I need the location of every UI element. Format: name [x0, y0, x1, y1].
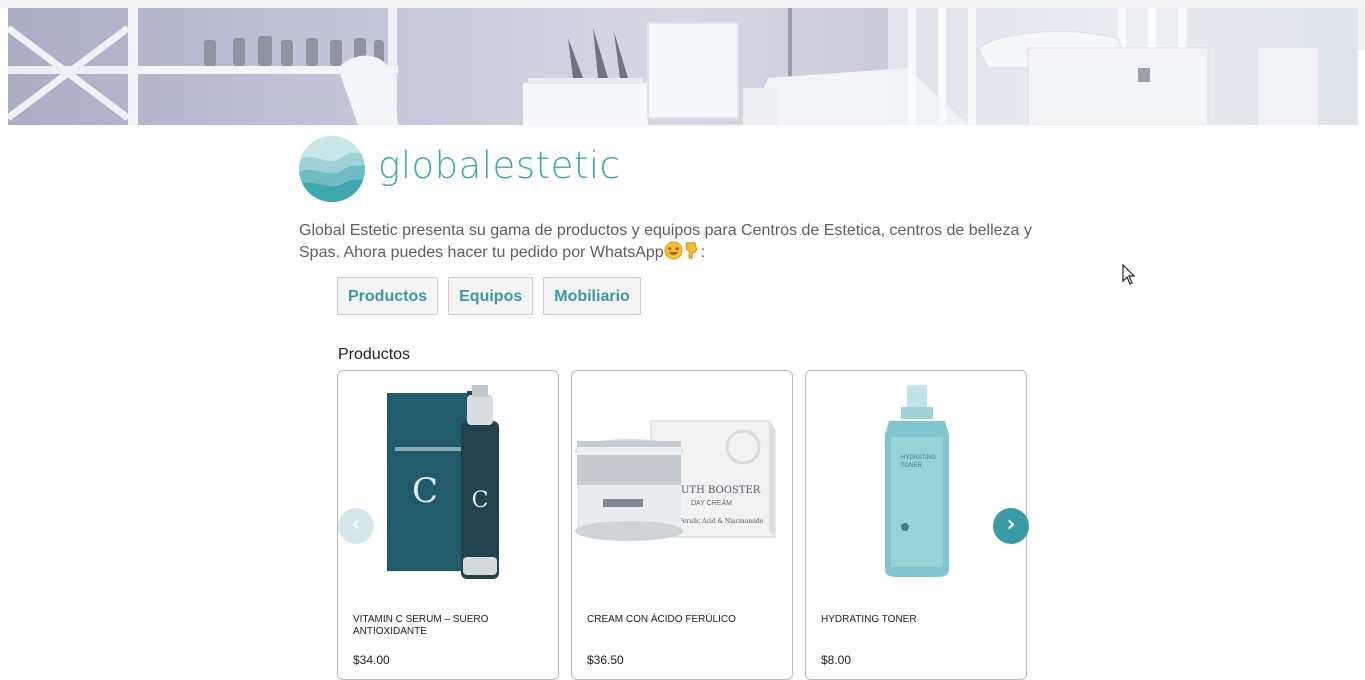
- carousel-next-button[interactable]: ›: [993, 508, 1029, 544]
- section-title: Productos: [338, 346, 411, 363]
- pointing-down-hand-icon: [683, 241, 701, 266]
- category-tabs: Productos Equipos Mobiliario: [337, 277, 641, 315]
- product-name: VITAMIN C SERUM – SUERO ANTIOXIDANTE: [353, 614, 489, 637]
- carousel-prev-button[interactable]: ‹: [338, 508, 374, 544]
- product-card[interactable]: UTH BOOSTER DAY CREAM Ferulic Acid & Nia…: [571, 370, 793, 680]
- svg-text:Ferulic Acid & Niacinamide: Ferulic Acid & Niacinamide: [679, 518, 764, 525]
- svg-text:C: C: [472, 488, 489, 513]
- product-name: HYDRATING TONER: [821, 614, 917, 625]
- waves-logo-icon: [299, 136, 365, 202]
- heart-eyes-emoji-icon: [664, 241, 683, 266]
- svg-text:UTH BOOSTER: UTH BOOSTER: [681, 485, 761, 496]
- tab-productos[interactable]: Productos: [337, 277, 439, 315]
- svg-text:TONER: TONER: [901, 463, 923, 469]
- intro-suffix: :: [700, 244, 706, 261]
- brand-wordmark: globalestetic: [378, 144, 621, 187]
- intro-paragraph: Global Estetic presenta su gama de produ…: [299, 221, 1044, 266]
- mouse-pointer-icon: [1122, 264, 1136, 285]
- product-carousel: C C VITAMIN C SERUM – SUERO ANTIOXIDANTE…: [337, 370, 1029, 680]
- product-price: $34.00: [353, 653, 390, 667]
- product-price: $36.50: [587, 653, 624, 667]
- tab-mobiliario[interactable]: Mobiliario: [543, 277, 641, 315]
- serum-bottle-image: C C: [387, 385, 499, 579]
- svg-text:DAY CREAM: DAY CREAM: [691, 500, 732, 507]
- product-price: $8.00: [821, 653, 852, 667]
- svg-text:C: C: [412, 471, 438, 511]
- tab-equipos[interactable]: Equipos: [448, 277, 534, 315]
- product-name: CREAM CON ÁCIDO FERÚLICO: [587, 614, 736, 625]
- svg-text:HYDRATING: HYDRATING: [901, 455, 936, 461]
- header-banner-image: [8, 8, 1358, 125]
- toner-spray-image: HYDRATING TONER: [885, 385, 949, 577]
- brand-logo[interactable]: globalestetic: [298, 135, 621, 203]
- top-strip: [0, 0, 1365, 8]
- cream-jar-image: UTH BOOSTER DAY CREAM Ferulic Acid & Nia…: [575, 420, 776, 541]
- scroll-edge: [1358, 8, 1365, 50]
